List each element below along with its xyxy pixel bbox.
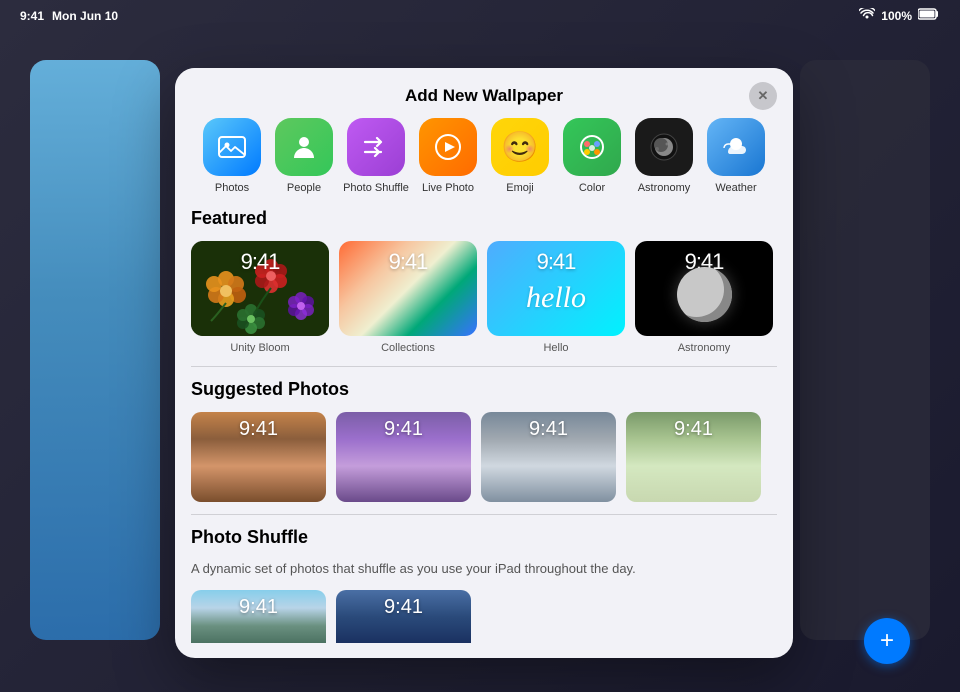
photo-shuffle-desc: A dynamic set of photos that shuffle as … bbox=[191, 560, 777, 578]
ocean-thumb: 9:41 bbox=[336, 590, 471, 643]
hello-thumb: 9:41 hello bbox=[487, 241, 625, 336]
category-photos[interactable]: Photos bbox=[198, 118, 266, 194]
battery-percentage: 100% bbox=[881, 9, 912, 23]
suggested-photos-title: Suggested Photos bbox=[191, 379, 777, 400]
ocean-time: 9:41 bbox=[336, 596, 471, 619]
desert-thumb: 9:41 bbox=[191, 412, 326, 502]
unity-bloom-label: Unity Bloom bbox=[230, 342, 289, 354]
wifi-icon bbox=[859, 8, 875, 23]
shuffle-photo-2[interactable]: 9:41 bbox=[336, 590, 471, 643]
featured-collections[interactable]: 9:41 Collections bbox=[339, 241, 477, 354]
purple-time: 9:41 bbox=[336, 418, 471, 441]
mountains-thumb: 9:41 bbox=[191, 590, 326, 643]
astronomy-thumb: 9:41 bbox=[635, 241, 773, 336]
suggested-photo-1[interactable]: 9:41 bbox=[191, 412, 326, 502]
category-color[interactable]: Color bbox=[558, 118, 626, 194]
hills-thumb: 9:41 bbox=[626, 412, 761, 502]
add-wallpaper-modal: Add New Wallpaper ✕ Photos People bbox=[175, 68, 793, 658]
shuffle-photo-1[interactable]: 9:41 bbox=[191, 590, 326, 643]
astronomy-label-2: Astronomy bbox=[678, 342, 731, 354]
moon-visual bbox=[677, 267, 732, 322]
close-button[interactable]: ✕ bbox=[749, 82, 777, 110]
coastal-time: 9:41 bbox=[481, 418, 616, 441]
category-astronomy[interactable]: Astronomy bbox=[630, 118, 698, 194]
livephoto-label: Live Photo bbox=[422, 182, 474, 194]
wallpaper-right-preview[interactable] bbox=[800, 60, 930, 640]
category-row: Photos People Photo Shuffle bbox=[175, 118, 793, 208]
photo-shuffle-title: Photo Shuffle bbox=[191, 527, 777, 548]
featured-astronomy[interactable]: 9:41 Astronomy bbox=[635, 241, 773, 354]
wallpaper-left-preview[interactable] bbox=[30, 60, 160, 640]
coastal-thumb: 9:41 bbox=[481, 412, 616, 502]
unity-bloom-thumb: 9:41 bbox=[191, 241, 329, 336]
divider-1 bbox=[191, 366, 777, 367]
weather-label: Weather bbox=[715, 182, 756, 194]
hills-time: 9:41 bbox=[626, 418, 761, 441]
purple-thumb: 9:41 bbox=[336, 412, 471, 502]
collections-thumb: 9:41 bbox=[339, 241, 477, 336]
collections-label: Collections bbox=[381, 342, 435, 354]
divider-2 bbox=[191, 514, 777, 515]
astronomy-icon bbox=[635, 118, 693, 176]
status-bar: 9:41 Mon Jun 10 100% bbox=[0, 8, 960, 23]
featured-unity-bloom[interactable]: 9:41 Unity Bloom bbox=[191, 241, 329, 354]
photos-label: Photos bbox=[215, 182, 249, 194]
collections-time: 9:41 bbox=[339, 249, 477, 275]
color-label: Color bbox=[579, 182, 605, 194]
emoji-label: Emoji bbox=[506, 182, 534, 194]
hello-text: hello bbox=[526, 281, 586, 315]
shuffle-grid: 9:41 9:41 bbox=[191, 590, 777, 643]
category-weather[interactable]: Weather bbox=[702, 118, 770, 194]
hello-time: 9:41 bbox=[487, 249, 625, 275]
featured-grid: 9:41 Unity Bloom 9:41 Collections 9:41 h… bbox=[191, 241, 777, 354]
emoji-icon: 😊 bbox=[491, 118, 549, 176]
category-emoji[interactable]: 😊 Emoji bbox=[486, 118, 554, 194]
featured-hello[interactable]: 9:41 hello Hello bbox=[487, 241, 625, 354]
category-photo-shuffle[interactable]: Photo Shuffle bbox=[342, 118, 410, 194]
photo-shuffle-section: Photo Shuffle A dynamic set of photos th… bbox=[191, 527, 777, 643]
shuffle-icon bbox=[347, 118, 405, 176]
people-icon bbox=[275, 118, 333, 176]
modal-scroll-content[interactable]: Featured bbox=[175, 208, 793, 643]
color-icon bbox=[563, 118, 621, 176]
photos-icon bbox=[203, 118, 261, 176]
astronomy-label: Astronomy bbox=[638, 182, 691, 194]
add-wallpaper-button[interactable]: + bbox=[864, 618, 910, 664]
livephoto-icon bbox=[419, 118, 477, 176]
modal-header: Add New Wallpaper ✕ bbox=[175, 68, 793, 118]
weather-icon bbox=[707, 118, 765, 176]
suggested-photo-4[interactable]: 9:41 bbox=[626, 412, 761, 502]
category-people[interactable]: People bbox=[270, 118, 338, 194]
suggested-photo-2[interactable]: 9:41 bbox=[336, 412, 471, 502]
status-time: 9:41 bbox=[20, 9, 44, 23]
shuffle-label: Photo Shuffle bbox=[343, 182, 409, 194]
featured-title: Featured bbox=[191, 208, 777, 229]
status-date: Mon Jun 10 bbox=[52, 9, 118, 23]
featured-section: Featured bbox=[191, 208, 777, 354]
suggested-photos-section: Suggested Photos 9:41 9:41 9:41 bbox=[191, 379, 777, 502]
photos-grid: 9:41 9:41 9:41 9:41 bbox=[191, 412, 777, 502]
suggested-photo-3[interactable]: 9:41 bbox=[481, 412, 616, 502]
category-live-photo[interactable]: Live Photo bbox=[414, 118, 482, 194]
unity-bloom-time: 9:41 bbox=[191, 249, 329, 275]
desert-time: 9:41 bbox=[191, 418, 326, 441]
hello-label: Hello bbox=[543, 342, 568, 354]
people-label: People bbox=[287, 182, 321, 194]
modal-title: Add New Wallpaper bbox=[405, 86, 563, 106]
mountains-time: 9:41 bbox=[191, 596, 326, 619]
battery-icon bbox=[918, 8, 940, 23]
